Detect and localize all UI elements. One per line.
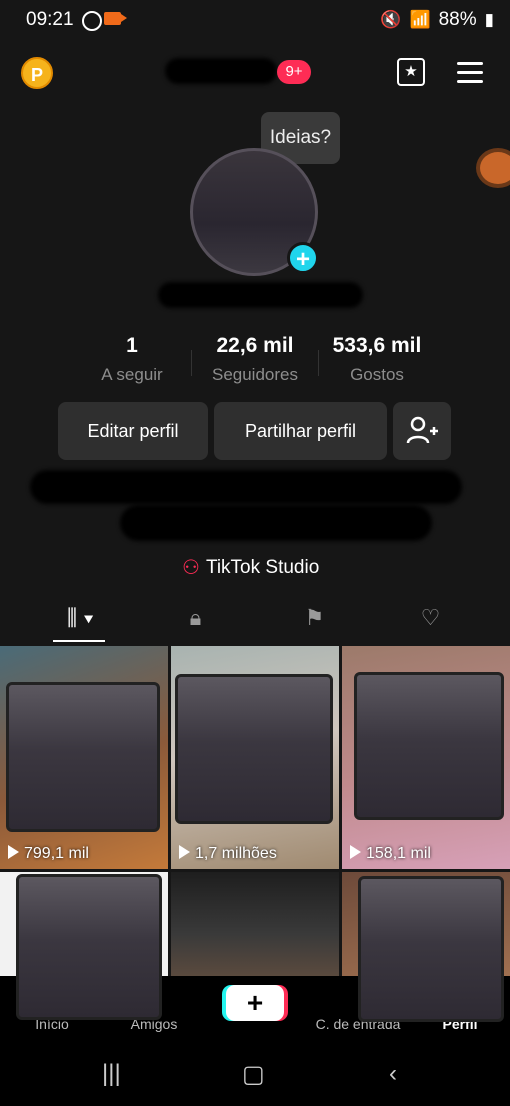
video-tile[interactable] <box>171 872 339 976</box>
battery-icon: ▮ <box>484 10 494 29</box>
video-thumbnail-redacted <box>16 874 162 1020</box>
edit-profile-button[interactable]: Editar perfil <box>58 402 208 460</box>
live-camera-icon[interactable] <box>476 148 510 188</box>
liked-icon: ♡ <box>420 605 441 630</box>
home-button-icon[interactable]: ▢ <box>242 1060 265 1089</box>
stat-divider <box>191 350 192 376</box>
battery-percent: 88% <box>438 9 477 30</box>
repost-icon: ⚑ <box>304 605 325 630</box>
video-tile[interactable]: 799,1 mil <box>0 646 168 869</box>
stat-likes[interactable]: 533,6 mil Gostos <box>322 334 432 385</box>
tab-reposts[interactable]: ⚑ <box>251 598 378 642</box>
calendar-star-icon[interactable]: ★ <box>397 58 425 86</box>
video-tile[interactable]: 1,7 milhões <box>171 646 339 869</box>
notification-badge[interactable]: 9+ <box>277 60 311 84</box>
studio-person-star-icon: ⚇ <box>182 557 200 579</box>
stat-divider <box>318 350 319 376</box>
coins-icon[interactable]: P <box>21 57 53 89</box>
recorder-icon <box>104 12 127 25</box>
status-time: 09:21 <box>26 9 74 30</box>
tab-liked[interactable]: ♡ <box>367 598 494 642</box>
profile-tabs: ⫼ ▾ 🔒︎ ⚑ ♡ <box>0 598 510 642</box>
videos-grid-icon: ⫼ ▾ <box>67 605 94 630</box>
play-icon <box>179 845 190 859</box>
whatsapp-icon <box>82 11 102 31</box>
recent-apps-icon[interactable]: ||| <box>102 1060 121 1088</box>
video-thumbnail-redacted <box>358 876 504 1022</box>
add-user-icon <box>406 416 438 444</box>
share-profile-button[interactable]: Partilhar perfil <box>214 402 387 460</box>
bio-redacted <box>120 505 432 541</box>
status-bar: 09:21 🔇 📶 88% ▮ <box>0 0 510 40</box>
stat-followers[interactable]: 22,6 mil Seguidores <box>198 334 312 385</box>
play-icon <box>8 845 19 859</box>
bio-redacted <box>30 470 462 504</box>
wifi-icon: 📶 <box>409 10 431 29</box>
tab-videos[interactable]: ⫼ ▾ <box>17 598 144 642</box>
system-nav-bar: ||| ▢ ‹ <box>0 1042 510 1106</box>
lock-icon: 🔒︎ <box>189 605 202 630</box>
tiktok-studio-link[interactable]: ⚇ TikTok Studio <box>182 555 319 580</box>
video-tile[interactable]: 158,1 mil <box>342 646 510 869</box>
back-icon[interactable]: ‹ <box>389 1060 397 1088</box>
mute-icon: 🔇 <box>380 10 402 29</box>
play-icon <box>350 845 361 859</box>
menu-icon[interactable] <box>457 62 483 89</box>
create-button[interactable]: + <box>226 985 284 1021</box>
stat-following[interactable]: 1 A seguir <box>90 334 174 385</box>
add-story-icon[interactable]: + <box>287 242 319 274</box>
active-tab-indicator <box>53 640 105 642</box>
display-name-redacted <box>158 282 363 308</box>
username-redacted <box>165 58 277 84</box>
tab-private[interactable]: 🔒︎ <box>132 598 259 642</box>
add-friend-button[interactable] <box>393 402 451 460</box>
